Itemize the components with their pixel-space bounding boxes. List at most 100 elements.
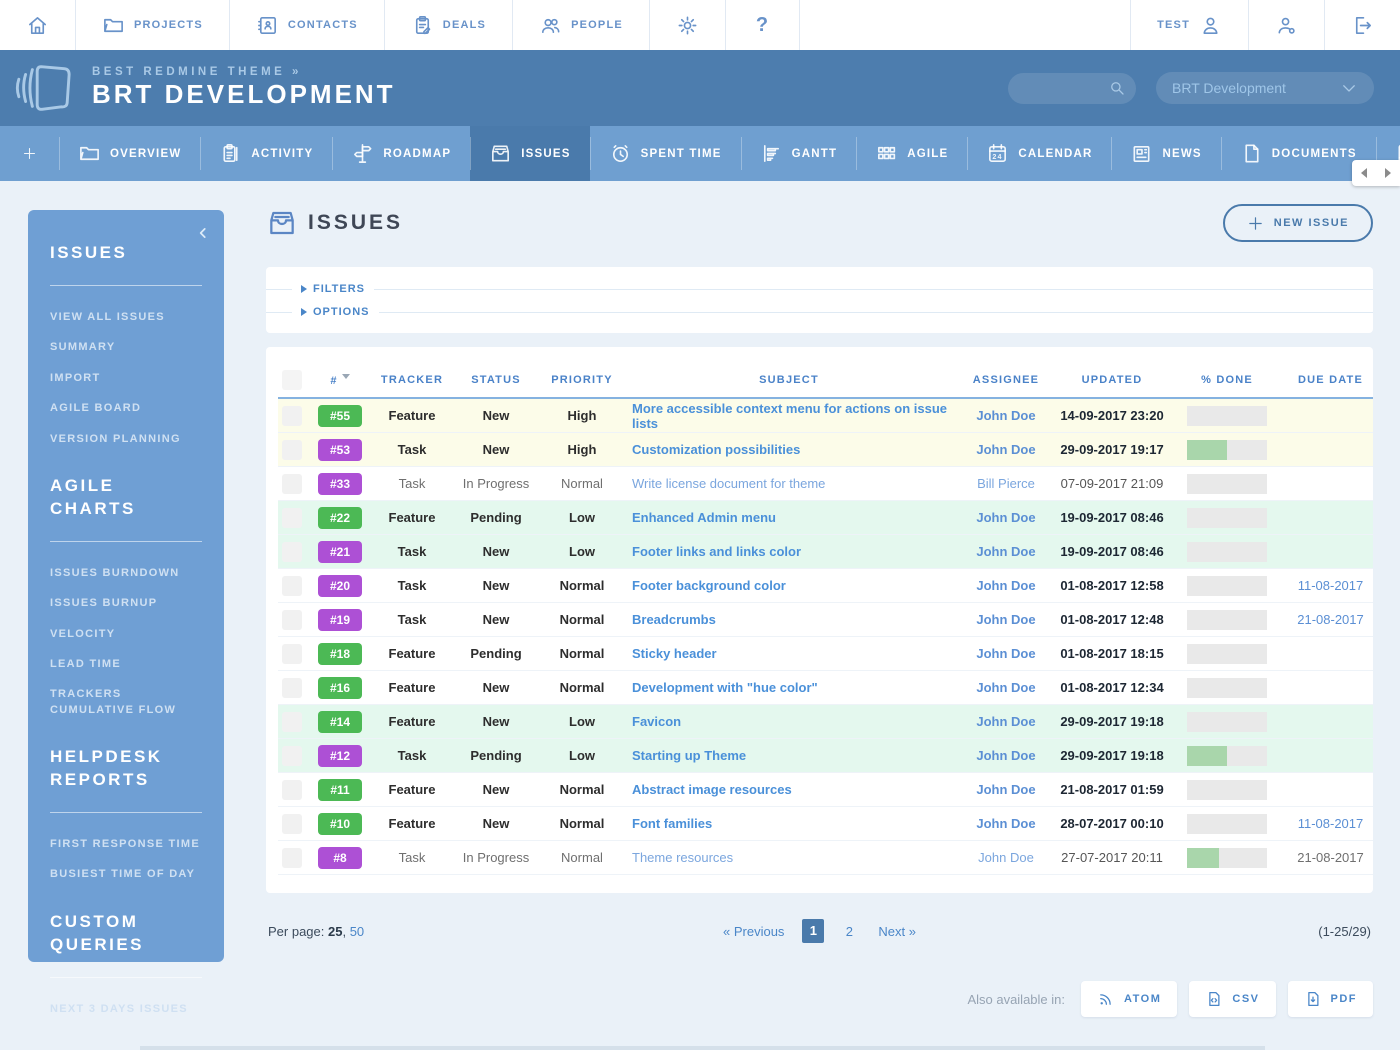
issue-assignee-link[interactable]: John Doe xyxy=(976,714,1035,729)
logout-button[interactable] xyxy=(1324,0,1400,50)
row-checkbox[interactable] xyxy=(282,780,302,800)
issue-assignee-link[interactable]: John Doe xyxy=(976,816,1035,831)
issue-id-badge[interactable]: #21 xyxy=(318,541,362,563)
issue-subject-link[interactable]: Theme resources xyxy=(632,850,733,865)
new-issue-button[interactable]: NEW ISSUE xyxy=(1223,204,1373,242)
row-checkbox[interactable] xyxy=(282,848,302,868)
issue-subject-link[interactable]: Footer links and links color xyxy=(632,544,801,559)
issue-assignee-link[interactable]: John Doe xyxy=(978,850,1034,865)
issue-id-badge[interactable]: #19 xyxy=(318,609,362,631)
filters-toggle[interactable]: FILTERS xyxy=(292,283,374,295)
search-box[interactable] xyxy=(1008,73,1136,104)
sidebar-link-import[interactable]: IMPORT xyxy=(50,371,202,386)
export-atom-button[interactable]: ATOM xyxy=(1081,981,1177,1017)
issue-assignee-link[interactable]: John Doe xyxy=(976,646,1035,661)
nav-tab-news[interactable]: NEWS xyxy=(1111,126,1220,181)
topbar-administration-button[interactable] xyxy=(650,0,726,50)
issue-subject-link[interactable]: Breadcrumbs xyxy=(632,612,716,627)
issue-subject-link[interactable]: Development with "hue color" xyxy=(632,680,818,695)
issue-subject-link[interactable]: Abstract image resources xyxy=(632,782,792,797)
page-number-2[interactable]: 2 xyxy=(838,924,860,939)
row-checkbox[interactable] xyxy=(282,814,302,834)
brt-logo[interactable] xyxy=(12,58,74,118)
row-checkbox[interactable] xyxy=(282,576,302,596)
sidebar-collapse-button[interactable] xyxy=(196,226,210,240)
topbar-help-button[interactable]: ? xyxy=(726,0,800,50)
previous-page-link[interactable]: « Previous xyxy=(723,924,784,939)
sidebar-link-summary[interactable]: SUMMARY xyxy=(50,340,202,355)
issue-assignee-link[interactable]: John Doe xyxy=(976,748,1035,763)
row-checkbox[interactable] xyxy=(282,746,302,766)
issue-id-badge[interactable]: #33 xyxy=(318,473,362,495)
sidebar-link-issues-burnup[interactable]: ISSUES BURNUP xyxy=(50,596,202,611)
sidebar-link-issues-burndown[interactable]: ISSUES BURNDOWN xyxy=(50,566,202,581)
nav-tab-gantt[interactable]: GANTT xyxy=(741,126,857,181)
sidebar-link-lead-time[interactable]: LEAD TIME xyxy=(50,657,202,672)
issue-assignee-link[interactable]: John Doe xyxy=(976,578,1035,593)
nav-tab-overview[interactable]: OVERVIEW xyxy=(59,126,200,181)
sidebar-link-velocity[interactable]: VELOCITY xyxy=(50,627,202,642)
nav-tab-agile[interactable]: AGILE xyxy=(856,126,967,181)
issue-assignee-link[interactable]: John Doe xyxy=(976,680,1035,695)
issue-id-badge[interactable]: #20 xyxy=(318,575,362,597)
issue-assignee-link[interactable]: John Doe xyxy=(976,612,1035,627)
nav-tab-activity[interactable]: ACTIVITY xyxy=(200,126,332,181)
topbar-home-button[interactable] xyxy=(0,0,76,50)
issue-id-badge[interactable]: #8 xyxy=(318,847,362,869)
issue-subject-link[interactable]: Sticky header xyxy=(632,646,717,661)
sidebar-link-first-response-time[interactable]: FIRST RESPONSE TIME xyxy=(50,837,202,852)
issue-id-badge[interactable]: #12 xyxy=(318,745,362,767)
page-number-1[interactable]: 1 xyxy=(802,919,824,943)
column-header-id[interactable]: # xyxy=(308,374,372,387)
row-checkbox[interactable] xyxy=(282,440,302,460)
issue-subject-link[interactable]: Footer background color xyxy=(632,578,786,593)
topbar-deals-button[interactable]: DEALS xyxy=(385,0,513,50)
nav-tab-calendar[interactable]: 24CALENDAR xyxy=(967,126,1111,181)
column-header-done[interactable]: % DONE xyxy=(1166,374,1288,386)
column-header-updated[interactable]: UPDATED xyxy=(1058,374,1166,386)
row-checkbox[interactable] xyxy=(282,406,302,426)
issue-id-badge[interactable]: #22 xyxy=(318,507,362,529)
issue-assignee-link[interactable]: John Doe xyxy=(976,544,1035,559)
issue-id-badge[interactable]: #53 xyxy=(318,439,362,461)
options-toggle[interactable]: OPTIONS xyxy=(292,306,379,318)
search-input[interactable] xyxy=(1022,81,1108,96)
column-header-due[interactable]: DUE DATE xyxy=(1288,374,1373,386)
logged-user-button[interactable]: TEST xyxy=(1130,0,1248,50)
column-header-assignee[interactable]: ASSIGNEE xyxy=(954,374,1058,386)
row-checkbox[interactable] xyxy=(282,678,302,698)
issue-id-badge[interactable]: #55 xyxy=(318,405,362,427)
topbar-people-button[interactable]: PEOPLE xyxy=(513,0,650,50)
row-checkbox[interactable] xyxy=(282,508,302,528)
next-page-link[interactable]: Next » xyxy=(878,924,916,939)
issue-subject-link[interactable]: Enhanced Admin menu xyxy=(632,510,776,525)
issue-subject-link[interactable]: Customization possibilities xyxy=(632,442,800,457)
issue-subject-link[interactable]: Starting up Theme xyxy=(632,748,746,763)
issue-assignee-link[interactable]: John Doe xyxy=(976,782,1035,797)
issue-assignee-link[interactable]: John Doe xyxy=(976,442,1035,457)
issue-id-badge[interactable]: #11 xyxy=(318,779,362,801)
column-header-subject[interactable]: SUBJECT xyxy=(624,374,954,386)
column-header-priority[interactable]: PRIORITY xyxy=(540,374,624,386)
sidebar-link-next-3-days-issues[interactable]: NEXT 3 DAYS ISSUES xyxy=(50,1002,202,1017)
export-csv-button[interactable]: CSV xyxy=(1189,981,1275,1017)
row-checkbox[interactable] xyxy=(282,610,302,630)
issue-id-badge[interactable]: #18 xyxy=(318,643,362,665)
sidebar-link-trackers-cumulative-flow[interactable]: TRACKERS CUMULATIVE FLOW xyxy=(50,687,202,718)
topbar-projects-button[interactable]: PROJECTS xyxy=(76,0,230,50)
issue-assignee-link[interactable]: John Doe xyxy=(976,510,1035,525)
my-account-button[interactable] xyxy=(1248,0,1324,50)
column-header-status[interactable]: STATUS xyxy=(452,374,540,386)
issue-id-badge[interactable]: #16 xyxy=(318,677,362,699)
row-checkbox[interactable] xyxy=(282,712,302,732)
issue-id-badge[interactable]: #10 xyxy=(318,813,362,835)
issue-assignee-link[interactable]: Bill Pierce xyxy=(977,476,1035,491)
nav-tab-roadmap[interactable]: ROADMAP xyxy=(332,126,470,181)
sidebar-link-version-planning[interactable]: VERSION PLANNING xyxy=(50,432,202,447)
issue-subject-link[interactable]: Favicon xyxy=(632,714,681,729)
select-all-checkbox[interactable] xyxy=(282,370,302,390)
row-checkbox[interactable] xyxy=(282,474,302,494)
topbar-contacts-button[interactable]: CONTACTS xyxy=(230,0,385,50)
export-pdf-button[interactable]: PDF xyxy=(1288,981,1374,1017)
issue-subject-link[interactable]: Font families xyxy=(632,816,712,831)
